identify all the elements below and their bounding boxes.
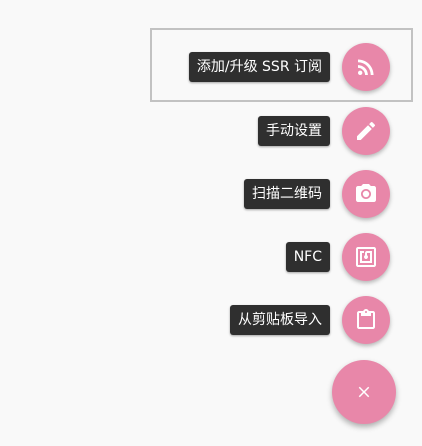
fab-label-ssr-subscription[interactable]: 添加/升级 SSR 订阅 xyxy=(188,52,330,82)
fab-label-scan-qr[interactable]: 扫描二维码 xyxy=(244,179,330,209)
fab-item-manual-settings[interactable]: 手动设置 xyxy=(258,107,390,155)
camera-icon xyxy=(356,184,376,202)
fab-item-clipboard-import[interactable]: 从剪贴板导入 xyxy=(230,296,390,344)
fab-close-button[interactable] xyxy=(332,360,396,424)
nfc-button[interactable] xyxy=(342,233,390,281)
fab-label-clipboard-import[interactable]: 从剪贴板导入 xyxy=(230,305,330,335)
fab-label-manual-settings[interactable]: 手动设置 xyxy=(258,116,330,146)
fab-item-nfc[interactable]: NFC xyxy=(285,233,390,281)
close-icon xyxy=(358,386,370,398)
nfc-icon xyxy=(356,247,376,267)
fab-label-nfc[interactable]: NFC xyxy=(285,242,330,272)
scan-qr-button[interactable] xyxy=(342,170,390,218)
rss-icon xyxy=(358,59,374,75)
add-ssr-subscription-button[interactable] xyxy=(342,43,390,91)
clipboard-icon xyxy=(357,309,375,329)
fab-item-scan-qr[interactable]: 扫描二维码 xyxy=(244,170,390,218)
clipboard-import-button[interactable] xyxy=(342,296,390,344)
pencil-icon xyxy=(357,121,376,140)
fab-item-ssr-subscription[interactable]: 添加/升级 SSR 订阅 xyxy=(188,43,390,91)
manual-settings-button[interactable] xyxy=(342,107,390,155)
